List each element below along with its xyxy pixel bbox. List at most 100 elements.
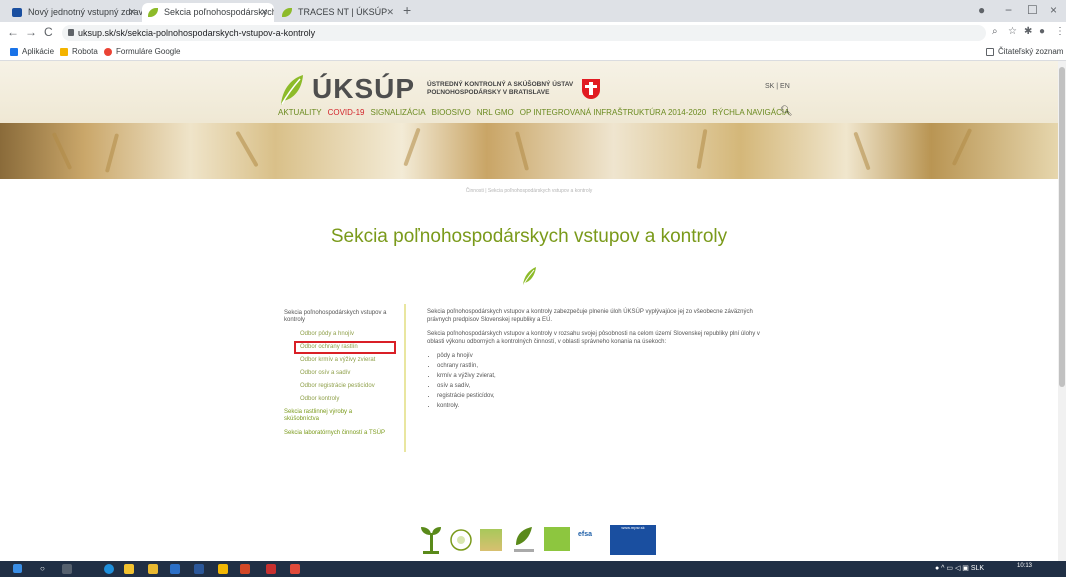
search-icon[interactable]: 🔍︎ — [780, 106, 793, 117]
page-title: Sekcia poľnohospodárskych vstupov a kont… — [330, 226, 728, 247]
language-switch[interactable]: SK | EN — [765, 83, 790, 90]
bookmark-label: Formuláre Google — [116, 47, 181, 56]
app-icon[interactable] — [290, 564, 300, 574]
institution-line: POĽNOHOSPODÁRSKY V BRATISLAVE — [427, 89, 550, 96]
tab-health-form[interactable]: Nový jednotný vstupný zdravotn ✕ — [6, 3, 142, 22]
url-text: uksup.sk/sk/sekcia-polnohospodarskych-vs… — [78, 28, 316, 38]
page-scrollbar[interactable] — [1058, 61, 1066, 561]
list-item: kontroly. — [437, 402, 777, 410]
menu-item-2[interactable]: SIGNALIZÁCIA — [370, 108, 425, 117]
leaf-icon — [282, 8, 292, 17]
system-tray[interactable]: ● ^ ▭ ◁ ▣ SLK — [935, 564, 984, 572]
task-view-icon[interactable] — [62, 564, 72, 574]
sidebar-section-labs[interactable]: Sekcia laboratórnych činností a TSÚP — [284, 430, 402, 437]
bookmark-apps[interactable]: Aplikácie — [10, 44, 54, 60]
profile-icon[interactable]: ● — [978, 3, 985, 17]
input-language[interactable]: SLK — [971, 565, 984, 572]
close-tab-icon[interactable]: ✕ — [260, 3, 268, 22]
file-explorer-icon[interactable] — [148, 564, 158, 574]
menu-item-3[interactable]: BIOOSIVO — [432, 108, 471, 117]
close-tab-icon[interactable]: ✕ — [128, 3, 136, 22]
tab-traces[interactable]: TRACES NT | ÚKSÚP ✕ — [276, 3, 400, 22]
chrome-icon[interactable] — [124, 564, 134, 574]
menu-dots-icon[interactable]: ⋮ — [1055, 26, 1065, 37]
content-paragraph: Sekcia poľnohospodárskych vstupov a kont… — [427, 331, 760, 345]
reading-list-button[interactable]: Čitateľský zoznam — [986, 44, 1063, 60]
windows-taskbar: ○ — [0, 561, 1066, 577]
back-icon[interactable]: ← — [7, 25, 19, 39]
list-item: osív a sadív, — [437, 382, 777, 390]
menu-item-0[interactable]: AKTUALITY — [278, 108, 322, 117]
leaf-icon — [523, 267, 536, 285]
tab-uksup-section[interactable]: Sekcia poľnohospodárskych vstu ✕ — [142, 3, 274, 22]
highlight-annotation — [294, 341, 396, 354]
tab-title: Nový jednotný vstupný zdravotn — [28, 7, 142, 17]
extensions-icon[interactable]: ✱ — [1024, 26, 1032, 37]
account-icon[interactable]: ● — [1039, 26, 1045, 37]
tab-strip: Nový jednotný vstupný zdravotn ✕ Sekcia … — [0, 0, 1066, 22]
apps-grid-icon — [10, 48, 18, 56]
list-item: pôdy a hnojív — [437, 352, 777, 360]
bookmark-label: Aplikácie — [22, 47, 55, 56]
tab-title: TRACES NT | ÚKSÚP — [298, 7, 388, 17]
powerpoint-icon[interactable] — [240, 564, 250, 574]
slovak-crest-icon — [582, 79, 600, 99]
eu-organic-logo-icon[interactable] — [544, 527, 570, 551]
mpsr-logo[interactable]: www.mpsr.sk — [610, 525, 656, 555]
edge-icon[interactable] — [104, 564, 114, 574]
reload-icon[interactable]: C — [44, 25, 53, 39]
fields-logo-icon[interactable] — [480, 529, 502, 551]
seedling-logo-icon[interactable] — [420, 525, 442, 555]
list-item: ochrany rastlín, — [437, 362, 777, 370]
acrobat-icon[interactable] — [266, 564, 276, 574]
taskbar-clock[interactable]: 10:13 — [1017, 563, 1032, 569]
wheat-banner — [0, 123, 1058, 179]
site-logo[interactable]: ÚKSÚP — [312, 73, 415, 105]
sticky-notes-icon[interactable] — [218, 564, 228, 574]
efsa-logo[interactable]: efsa — [578, 531, 592, 538]
list-item: registrácie pesticídov, — [437, 392, 777, 400]
lock-icon[interactable] — [68, 29, 74, 36]
star-icon[interactable]: ☆ — [1008, 26, 1017, 37]
address-bar[interactable]: uksup.sk/sk/sekcia-polnohospodarskych-vs… — [62, 25, 986, 41]
menu-item-1[interactable]: COVID-19 — [328, 108, 365, 117]
bookmark-google-forms[interactable]: Formuláre Google — [104, 44, 180, 60]
list-item: krmív a výživy zvierat, — [437, 372, 777, 380]
sidebar-item-seeds[interactable]: Odbor osív a sadív — [300, 370, 350, 377]
google-icon — [104, 48, 112, 56]
menu-item-6[interactable]: RÝCHLA NAVIGÁCIA — [712, 108, 789, 117]
forward-icon[interactable]: → — [25, 25, 37, 39]
mail-icon[interactable] — [170, 564, 180, 574]
content-paragraph: Sekcia poľnohospodárskych vstupov a kont… — [427, 309, 753, 323]
new-tab-button[interactable]: + — [403, 2, 411, 18]
uksup-leaf-logo-icon[interactable] — [278, 73, 304, 107]
menu-item-4[interactable]: NRL GMO — [477, 108, 514, 117]
duties-list: pôdy a hnojív ochrany rastlín, krmív a v… — [427, 352, 777, 410]
uksup-small-logo-icon[interactable] — [512, 525, 536, 555]
word-icon[interactable] — [194, 564, 204, 574]
round-emblem-logo-icon[interactable] — [450, 525, 472, 555]
leaf-icon — [148, 8, 158, 17]
bookmarks-bar: Aplikácie Robota Formuláre Google Čitate… — [0, 44, 1066, 61]
sidebar-item-control[interactable]: Odbor kontroly — [300, 396, 339, 403]
maximize-button[interactable]: ☐ — [1027, 3, 1038, 17]
menu-item-5[interactable]: OP INTEGROVANÁ INFRAŠTRUKTÚRA 2014-2020 — [520, 108, 706, 117]
sidebar-item-soil[interactable]: Odbor pôdy a hnojív — [300, 331, 354, 338]
zoom-icon[interactable]: ⌕ — [992, 26, 998, 37]
sidebar-item-feed[interactable]: Odbor krmív a výživy zvierat — [300, 357, 375, 364]
reading-list-icon — [986, 48, 994, 56]
partner-logos: efsa www.mpsr.sk — [420, 525, 710, 557]
bookmark-robota[interactable]: Robota — [60, 44, 98, 60]
scrollbar-thumb[interactable] — [1059, 67, 1065, 387]
sidebar-section-crop[interactable]: Sekcia rastlinnej výroby a skúšobníctva — [284, 409, 384, 423]
close-window-button[interactable]: × — [1050, 3, 1057, 17]
sidebar-item-pesticides[interactable]: Odbor registrácie pesticídov — [300, 383, 375, 390]
close-tab-icon[interactable]: ✕ — [386, 3, 394, 22]
main-menu: AKTUALITY COVID-19 SIGNALIZÁCIA BIOOSIVO NRL… — [278, 108, 795, 117]
sidebar-section-current[interactable]: Sekcia poľnohospodárskych vstupov a kont… — [284, 310, 400, 324]
search-icon[interactable]: ○ — [40, 564, 50, 574]
minimize-button[interactable]: − — [1005, 3, 1012, 17]
windows-start-icon[interactable] — [13, 564, 22, 573]
web-page: ÚKSÚP ÚSTREDNÝ KONTROLNÝ A SKÚŠOBNÝ ÚSTA… — [0, 61, 1058, 561]
flag-icon — [12, 8, 22, 17]
